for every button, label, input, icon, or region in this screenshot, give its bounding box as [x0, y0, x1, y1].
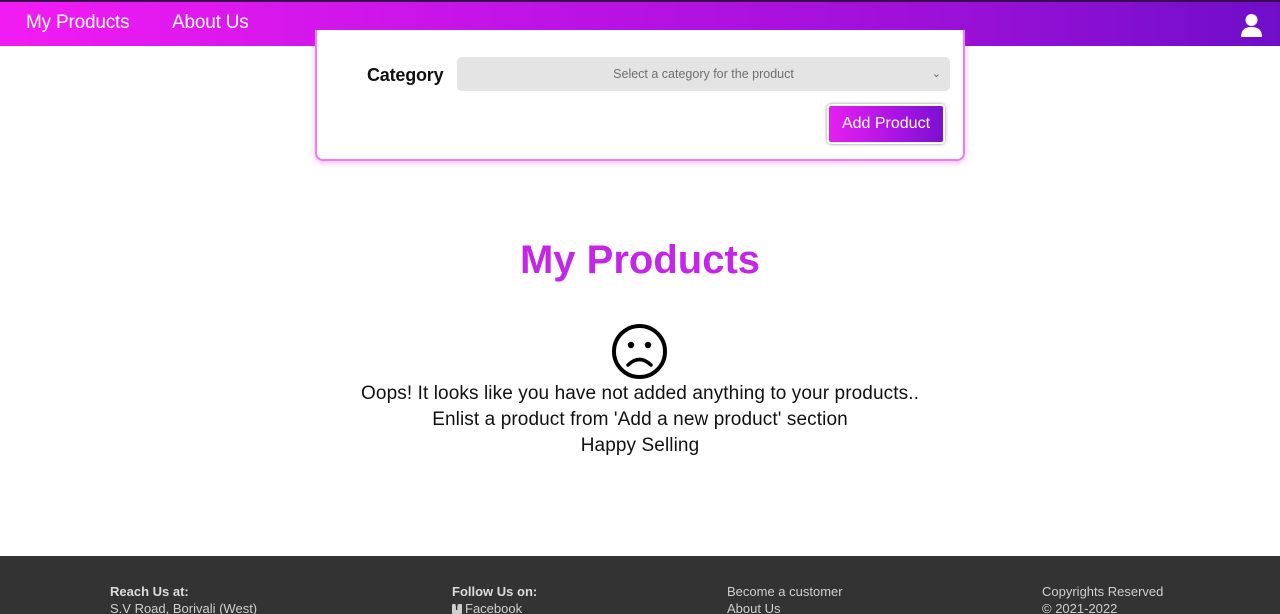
sad-face-icon [612, 324, 667, 379]
footer-reach-heading: Reach Us at: [110, 584, 189, 599]
chevron-down-icon: ⌄ [931, 68, 941, 80]
category-select[interactable]: Select a category for the product ⌄ [457, 57, 950, 91]
empty-message-line-3: Happy Selling [580, 435, 700, 456]
category-placeholder: Select a category for the product [613, 67, 794, 81]
empty-message-line-1: Oops! It looks like you have not added a… [361, 383, 919, 404]
footer-address: S.V Road, Borivali (West) [110, 601, 258, 614]
add-product-button[interactable]: Add Product [827, 104, 945, 144]
user-icon[interactable] [1240, 13, 1263, 38]
add-product-form: Category Select a category for the produ… [315, 30, 965, 161]
page-title: My Products [519, 238, 761, 282]
footer-copyright: Copyrights Reserved [1042, 584, 1164, 599]
facebook-icon [452, 602, 462, 614]
footer-facebook-link[interactable]: Facebook [452, 601, 522, 614]
empty-message-line-2: Enlist a product from 'Add a new product… [432, 409, 848, 430]
footer: Reach Us at: S.V Road, Borivali (West) F… [0, 556, 1280, 614]
footer-become-customer-link[interactable]: Become a customer [727, 584, 843, 599]
footer-copyright-years: © 2021-2022 [1042, 601, 1118, 614]
category-label: Category [367, 65, 444, 85]
nav-my-products[interactable]: My Products [26, 12, 130, 34]
nav-about-us[interactable]: About Us [172, 12, 249, 34]
footer-follow-heading: Follow Us on: [452, 584, 538, 599]
facebook-label: Facebook [465, 601, 523, 614]
footer-about-us-link[interactable]: About Us [727, 601, 780, 614]
